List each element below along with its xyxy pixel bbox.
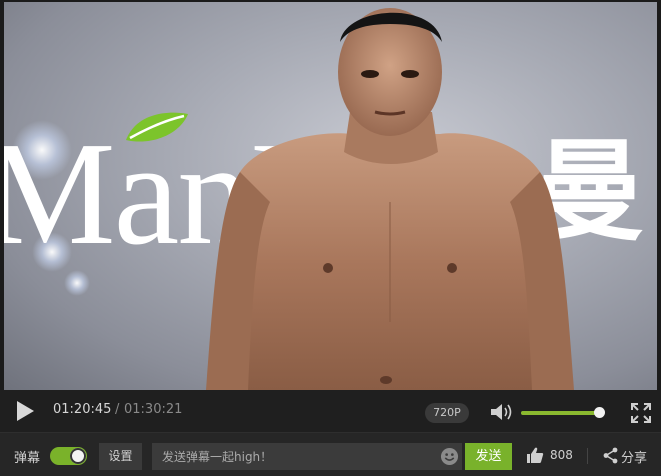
danmu-toggle[interactable] xyxy=(50,447,87,465)
divider xyxy=(587,448,588,464)
playback-controls: 01:20:45 / 01:30:21 720P xyxy=(0,390,661,432)
share-label[interactable]: 分享 xyxy=(621,447,647,466)
danmu-settings-button[interactable]: 设置 xyxy=(99,443,142,470)
quality-selector[interactable]: 720P xyxy=(425,403,469,423)
fullscreen-icon[interactable] xyxy=(631,403,651,423)
video-frame[interactable]: ManI 曼 xyxy=(4,2,657,390)
danmu-bar: 弹幕 设置 发送 808 分享 xyxy=(0,432,661,476)
volume-fill xyxy=(521,411,600,415)
presenter-figure xyxy=(206,8,574,390)
volume-handle[interactable] xyxy=(594,407,606,418)
danmu-label: 弹幕 xyxy=(14,450,41,465)
time-separator: / xyxy=(115,402,120,417)
volume-icon[interactable] xyxy=(490,402,514,422)
toggle-knob xyxy=(70,448,86,464)
leaf-logo-icon xyxy=(126,112,188,142)
emoji-icon[interactable] xyxy=(440,447,459,466)
share-icon[interactable] xyxy=(603,447,618,464)
current-time: 01:20:45 xyxy=(53,402,112,417)
total-time: 01:30:21 xyxy=(124,402,183,417)
video-player: ManI 曼 01:20:45 / 01:30:21 720P 弹幕 设置 发送… xyxy=(0,0,661,476)
like-count: 808 xyxy=(550,448,573,462)
send-button[interactable]: 发送 xyxy=(465,443,512,470)
danmu-input[interactable] xyxy=(152,443,462,470)
volume-slider[interactable] xyxy=(521,407,606,418)
thumbs-up-icon[interactable] xyxy=(526,446,544,464)
play-icon[interactable] xyxy=(13,399,37,423)
